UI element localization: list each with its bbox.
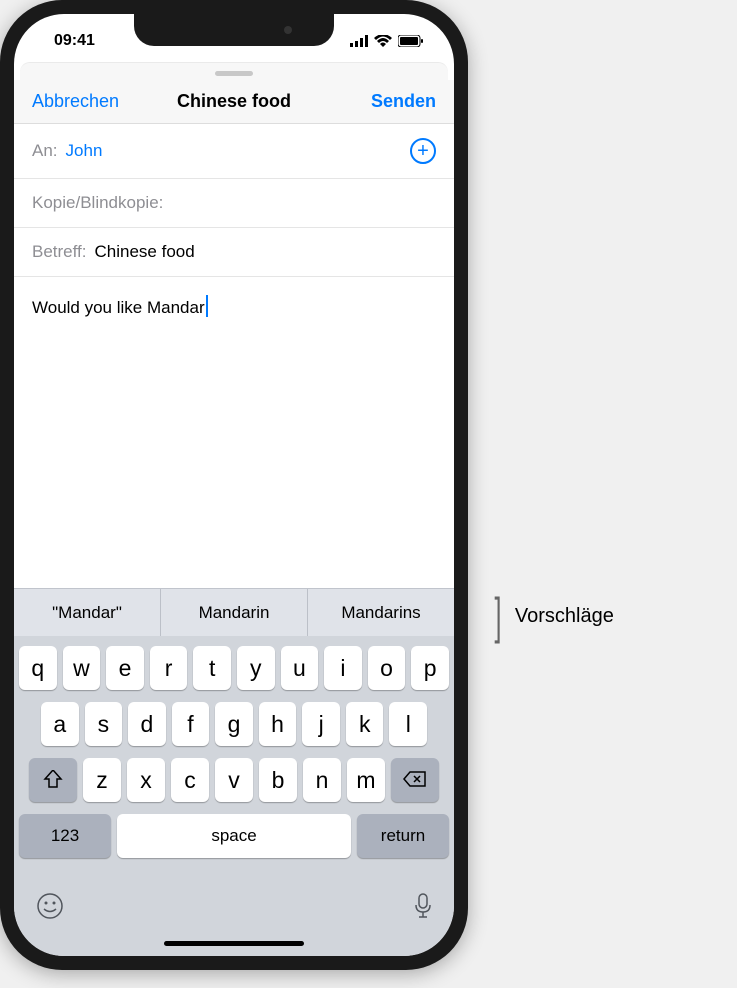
key-y[interactable]: y (237, 646, 275, 690)
suggestion-primary[interactable]: Mandarin (161, 589, 308, 636)
keyboard: q w e r t y u i o p a s d f g (14, 636, 454, 876)
cc-bcc-field-row[interactable]: Kopie/Blindkopie: (14, 179, 454, 228)
keyboard-container: "Mandar" Mandarin Mandarins q w e r t y … (14, 588, 454, 956)
key-l[interactable]: l (389, 702, 427, 746)
bracket-icon: ] (494, 587, 501, 645)
key-j[interactable]: j (302, 702, 340, 746)
key-d[interactable]: d (128, 702, 166, 746)
to-label: An: (32, 141, 58, 161)
key-b[interactable]: b (259, 758, 297, 802)
keyboard-row-2: a s d f g h j k l (19, 702, 449, 746)
key-u[interactable]: u (281, 646, 319, 690)
return-key[interactable]: return (357, 814, 449, 858)
backspace-icon (403, 767, 427, 794)
key-f[interactable]: f (172, 702, 210, 746)
phone-screen: 09:41 Abbrechen Chinese food Senden (14, 14, 454, 956)
phone-frame: 09:41 Abbrechen Chinese food Senden (0, 0, 468, 970)
annotation-callout: ] Vorschläge (485, 587, 614, 645)
email-body-input[interactable]: Would you like Mandar (14, 277, 454, 497)
home-indicator[interactable] (164, 941, 304, 946)
subject-label: Betreff: (32, 242, 87, 262)
keyboard-row-3: z x c v b n m (19, 758, 449, 802)
key-r[interactable]: r (150, 646, 188, 690)
microphone-icon (414, 896, 432, 926)
backspace-key[interactable] (391, 758, 439, 802)
to-recipient[interactable]: John (66, 141, 410, 161)
predictive-suggestions-bar: "Mandar" Mandarin Mandarins (14, 588, 454, 636)
suggestion-literal[interactable]: "Mandar" (14, 589, 161, 636)
plus-icon: + (417, 140, 429, 163)
battery-icon (398, 35, 424, 47)
cellular-signal-icon (350, 35, 368, 47)
notch (134, 14, 334, 46)
key-a[interactable]: a (41, 702, 79, 746)
keyboard-row-1: q w e r t y u i o p (19, 646, 449, 690)
emoji-icon (36, 896, 64, 926)
key-o[interactable]: o (368, 646, 406, 690)
compose-form: An: John + Kopie/Blindkopie: Betreff: Ch… (14, 124, 454, 497)
front-camera (284, 26, 292, 34)
status-indicators (350, 29, 424, 47)
subject-field-row[interactable]: Betreff: Chinese food (14, 228, 454, 277)
key-w[interactable]: w (63, 646, 101, 690)
add-contact-button[interactable]: + (410, 138, 436, 164)
status-time: 09:41 (44, 26, 95, 50)
key-q[interactable]: q (19, 646, 57, 690)
cancel-button[interactable]: Abbrechen (32, 91, 122, 112)
drag-handle-icon (215, 71, 253, 76)
key-p[interactable]: p (411, 646, 449, 690)
shift-key[interactable] (29, 758, 77, 802)
body-text: Would you like Mandar (32, 298, 205, 317)
key-m[interactable]: m (347, 758, 385, 802)
key-c[interactable]: c (171, 758, 209, 802)
text-cursor (206, 295, 208, 317)
key-n[interactable]: n (303, 758, 341, 802)
keyboard-row-4: 123 space return (19, 814, 449, 858)
key-e[interactable]: e (106, 646, 144, 690)
annotation-label: Vorschläge (515, 605, 614, 628)
key-z[interactable]: z (83, 758, 121, 802)
key-h[interactable]: h (259, 702, 297, 746)
nav-title: Chinese food (122, 91, 346, 112)
sheet-handle[interactable] (20, 62, 448, 80)
key-g[interactable]: g (215, 702, 253, 746)
keyboard-toolbar (14, 876, 454, 935)
subject-value[interactable]: Chinese food (95, 242, 437, 262)
key-x[interactable]: x (127, 758, 165, 802)
send-button[interactable]: Senden (346, 91, 436, 112)
suggestion-secondary[interactable]: Mandarins (308, 589, 454, 636)
to-field-row[interactable]: An: John + (14, 124, 454, 179)
key-i[interactable]: i (324, 646, 362, 690)
key-s[interactable]: s (85, 702, 123, 746)
dictation-button[interactable] (414, 892, 432, 927)
wifi-icon (374, 35, 392, 47)
numeric-key[interactable]: 123 (19, 814, 111, 858)
shift-icon (43, 767, 63, 794)
key-k[interactable]: k (346, 702, 384, 746)
key-v[interactable]: v (215, 758, 253, 802)
space-key[interactable]: space (117, 814, 351, 858)
key-t[interactable]: t (193, 646, 231, 690)
cc-bcc-label: Kopie/Blindkopie: (32, 193, 163, 213)
emoji-button[interactable] (36, 892, 64, 927)
compose-navbar: Abbrechen Chinese food Senden (14, 80, 454, 124)
